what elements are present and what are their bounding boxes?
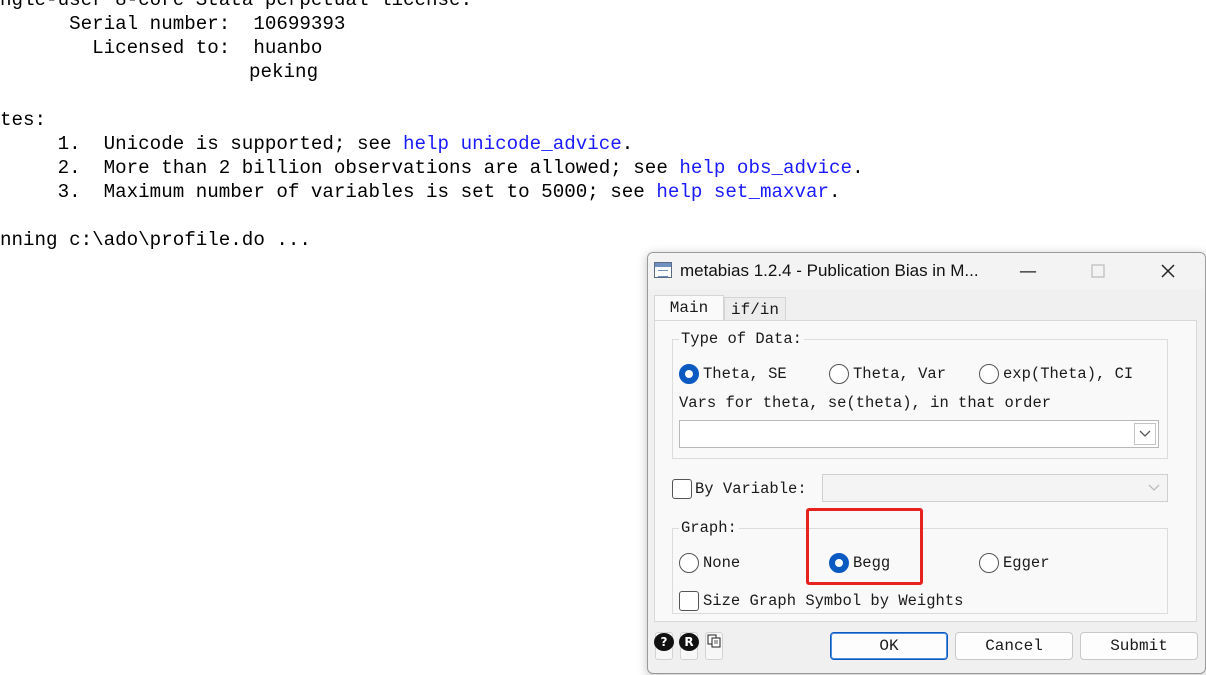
by-variable-label[interactable]: By Variable: (695, 479, 807, 499)
maximize-icon (1091, 264, 1105, 278)
close-button[interactable] (1133, 253, 1203, 289)
licensee-org: peking (249, 61, 319, 83)
licensee-name: huanbo (253, 37, 323, 59)
exp-theta-ci-label[interactable]: exp(Theta), CI (1003, 364, 1133, 384)
size-by-weights-checkbox[interactable] (679, 591, 699, 611)
theta-var-label[interactable]: Theta, Var (853, 364, 946, 384)
cancel-button[interactable]: Cancel (955, 632, 1073, 660)
minimize-icon: — (1019, 260, 1037, 282)
chevron-down-icon (1148, 484, 1160, 491)
dialog-app-icon (654, 262, 672, 278)
submit-button[interactable]: Submit (1080, 632, 1198, 660)
type-of-data-legend: Type of Data: (679, 330, 804, 348)
reset-icon: R (679, 633, 699, 651)
tab-if-in[interactable]: if/in (724, 297, 786, 321)
serial-number-value: 10699393 (253, 13, 346, 35)
vars-combobox[interactable] (679, 420, 1159, 448)
license-line: ngle-user 8-core Stata perpetual license… (0, 0, 473, 11)
highlight-annotation-box (806, 508, 923, 585)
theta-var-radio[interactable] (829, 364, 849, 384)
graph-none-radio[interactable] (679, 553, 699, 573)
help-unicode-advice-link[interactable]: help unicode_advice (403, 133, 622, 155)
licensed-to-line: Licensed to: huanbo (0, 37, 323, 59)
tab-main[interactable]: Main (654, 295, 724, 321)
graph-none-label[interactable]: None (703, 553, 740, 573)
notes-header: tes: (0, 109, 47, 131)
theta-se-label[interactable]: Theta, SE (703, 364, 787, 384)
note-line-1: 1. Unicode is supported; see help unicod… (0, 133, 634, 155)
note-line-2: 2. More than 2 billion observations are … (0, 157, 864, 179)
exp-theta-ci-radio[interactable] (979, 364, 999, 384)
dialog-title: metabias 1.2.4 - Publication Bias in M..… (680, 261, 979, 280)
help-obs-advice-link[interactable]: help obs_advice (679, 157, 852, 179)
help-button[interactable]: ? (654, 632, 674, 660)
serial-number-line: Serial number: 10699393 (0, 13, 346, 35)
title-bar[interactable]: metabias 1.2.4 - Publication Bias in M..… (648, 253, 1205, 289)
copy-command-button[interactable] (705, 632, 723, 660)
maximize-button (1063, 253, 1133, 289)
type-of-data-group: Type of Data: Theta, SE Theta, Var exp(T… (672, 330, 1168, 459)
help-icon: ? (654, 633, 674, 651)
note-line-3: 3. Maximum number of variables is set to… (0, 181, 841, 203)
minimize-button[interactable]: — (993, 253, 1063, 289)
size-by-weights-label[interactable]: Size Graph Symbol by Weights (703, 591, 963, 611)
reset-button[interactable]: R (679, 632, 699, 660)
close-icon (1161, 264, 1175, 278)
ok-button[interactable]: OK (830, 632, 948, 660)
help-set-maxvar-link[interactable]: help set_maxvar (656, 181, 829, 203)
by-variable-combobox (822, 474, 1168, 502)
by-variable-dropdown-button (1143, 477, 1165, 499)
by-variable-checkbox[interactable] (672, 479, 692, 499)
vars-label: Vars for theta, se(theta), in that order (679, 394, 1052, 412)
vars-dropdown-button[interactable] (1134, 423, 1156, 445)
copy-icon (707, 634, 721, 648)
graph-egger-label[interactable]: Egger (1003, 553, 1050, 573)
metabias-dialog: metabias 1.2.4 - Publication Bias in M..… (647, 252, 1206, 674)
running-profile-line: nning c:\ado\profile.do ... (0, 229, 311, 251)
main-tab-panel: Type of Data: Theta, SE Theta, Var exp(T… (654, 320, 1197, 622)
graph-legend: Graph: (679, 519, 739, 537)
theta-se-radio[interactable] (679, 364, 699, 384)
chevron-down-icon (1139, 430, 1151, 437)
graph-egger-radio[interactable] (979, 553, 999, 573)
